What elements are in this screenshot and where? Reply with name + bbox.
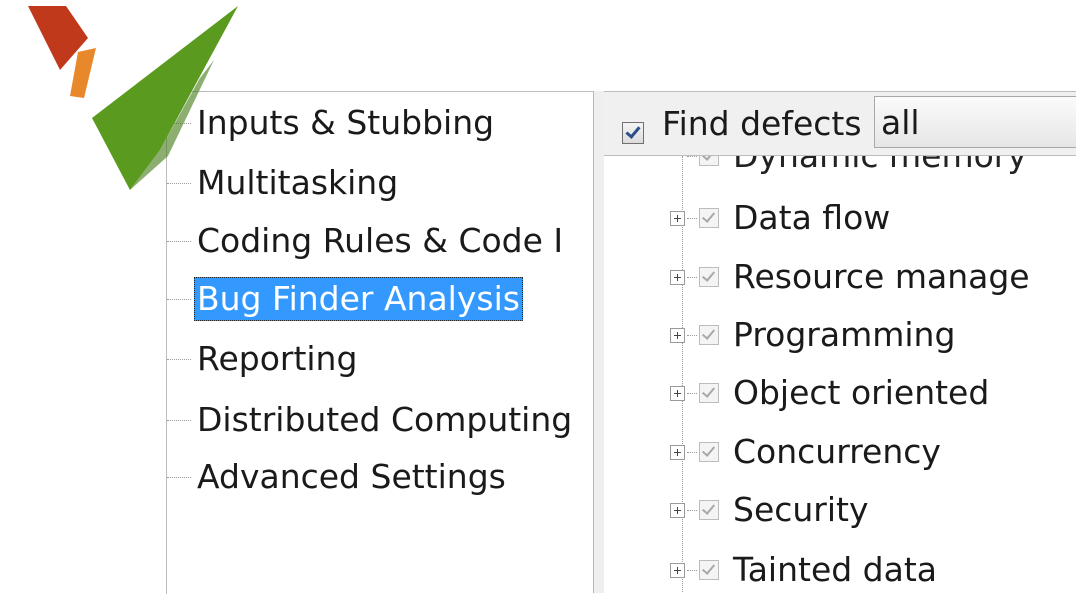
tree-connector	[687, 509, 697, 511]
expand-icon[interactable]	[670, 269, 685, 285]
tree-connector	[687, 569, 697, 571]
category-label: Security	[733, 490, 869, 529]
tree-connector	[687, 217, 697, 219]
category-data-flow[interactable]: Data flow	[670, 195, 890, 241]
tree-item-bug-finder-analysis[interactable]: Bug Finder Analysis	[167, 276, 523, 322]
category-label: Tainted data	[733, 550, 938, 589]
category-label: Object oriented	[733, 373, 990, 412]
tree-connector	[167, 298, 191, 300]
category-label: Data flow	[733, 198, 891, 237]
tree-item-coding-rules[interactable]: Coding Rules & Code I	[167, 218, 566, 264]
tree-connector	[167, 419, 191, 421]
tree-connector	[167, 476, 191, 478]
category-label: Programming	[733, 315, 956, 354]
category-security[interactable]: Security	[670, 487, 869, 533]
category-programming[interactable]: Programming	[670, 312, 955, 358]
defects-panel: Find defects all Dynamic memory Find def…	[604, 91, 1076, 593]
category-checkbox[interactable]	[699, 500, 719, 520]
expand-icon[interactable]	[670, 502, 685, 518]
logo-orange-shard	[70, 48, 96, 98]
tree-item-label: Reporting	[197, 339, 358, 378]
expand-icon[interactable]	[670, 444, 685, 460]
tree-connector	[687, 451, 697, 453]
find-defects-label-visual: Find defects	[662, 104, 862, 143]
tree-item-advanced-settings[interactable]: Advanced Settings	[167, 454, 509, 500]
category-label: Resource manage	[733, 257, 1030, 296]
tree-item-reporting[interactable]: Reporting	[167, 336, 360, 382]
find-defects-select-visual: all	[874, 96, 1076, 148]
find-defects-checkbox-visual	[622, 122, 644, 144]
expand-icon[interactable]	[670, 210, 685, 226]
category-checkbox[interactable]	[699, 267, 719, 287]
tree-connector	[687, 392, 697, 394]
category-resource-management[interactable]: Resource manage	[670, 254, 1030, 300]
category-checkbox[interactable]	[699, 325, 719, 345]
tree-connector	[167, 240, 191, 242]
checkmark-logo-icon	[28, 6, 238, 190]
tree-item-label: Coding Rules & Code I	[197, 221, 564, 260]
tree-item-distributed-computing[interactable]: Distributed Computing	[167, 397, 575, 443]
expand-icon[interactable]	[670, 562, 685, 578]
expand-icon[interactable]	[670, 385, 685, 401]
logo-green-check	[92, 6, 238, 190]
tree-item-label: Distributed Computing	[197, 400, 573, 439]
tree-connector	[687, 276, 697, 278]
category-checkbox[interactable]	[699, 208, 719, 228]
tree-item-label: Bug Finder Analysis	[194, 277, 523, 321]
tree-item-label: Advanced Settings	[197, 457, 506, 496]
category-checkbox[interactable]	[699, 383, 719, 403]
tree-connector	[687, 334, 697, 336]
category-label: Concurrency	[733, 432, 941, 471]
category-checkbox[interactable]	[699, 442, 719, 462]
category-tainted-data[interactable]: Tainted data	[670, 547, 937, 593]
find-defects-row-overlay: Find defects all	[604, 91, 1076, 156]
category-object-oriented[interactable]: Object oriented	[670, 370, 989, 416]
tree-connector	[167, 358, 191, 360]
category-checkbox[interactable]	[699, 560, 719, 580]
category-concurrency[interactable]: Concurrency	[670, 429, 941, 475]
expand-icon[interactable]	[670, 327, 685, 343]
